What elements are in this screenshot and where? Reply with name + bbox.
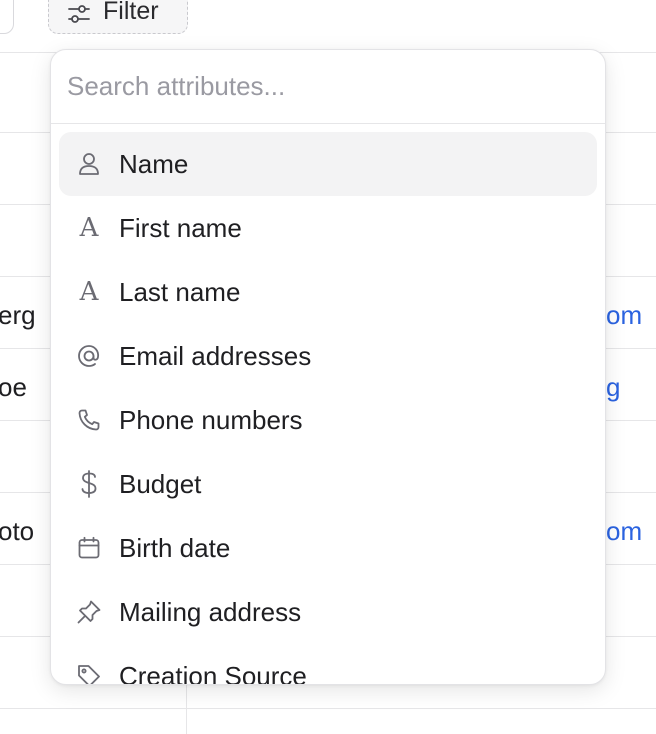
attribute-item-name[interactable]: Name (59, 132, 597, 196)
attribute-list: Name A First name A Last name Email addr… (51, 124, 605, 685)
attribute-item-label: Email addresses (119, 340, 312, 371)
table-column-divider (186, 684, 187, 734)
attribute-item-phone-numbers[interactable]: Phone numbers (59, 388, 597, 452)
person-icon (75, 150, 103, 178)
filter-button-label: Filter (103, 0, 159, 25)
attribute-search-input[interactable] (67, 71, 589, 102)
table-cell-text: oe (0, 372, 27, 402)
attribute-item-label: Last name (119, 276, 241, 307)
attribute-item-first-name[interactable]: A First name (59, 196, 597, 260)
attribute-item-label: Birth date (119, 532, 231, 563)
at-icon (75, 342, 103, 370)
attribute-item-email-addresses[interactable]: Email addresses (59, 324, 597, 388)
table-divider (0, 708, 656, 709)
attribute-item-mailing-address[interactable]: Mailing address (59, 580, 597, 644)
sliders-icon (67, 3, 91, 25)
page: erg oe oto om g om Filter Search attribu… (0, 0, 656, 734)
attribute-item-label: Name (119, 148, 189, 179)
table-cell-email-link[interactable]: g (606, 372, 620, 403)
dollar-icon (75, 470, 103, 498)
attribute-item-label: Creation Source (119, 660, 307, 685)
calendar-icon (75, 534, 103, 562)
attribute-item-creation-source[interactable]: Creation Source (59, 644, 597, 685)
attribute-item-birth-date[interactable]: Birth date (59, 516, 597, 580)
filter-button[interactable]: Filter (48, 0, 188, 34)
table-cell-email-link[interactable]: om (606, 300, 642, 331)
attribute-search-row (51, 50, 605, 124)
pin-icon (75, 598, 103, 626)
table-cell-text: oto (0, 516, 35, 546)
attribute-item-label: Mailing address (119, 596, 302, 627)
table-cell-email-link[interactable]: om (606, 516, 642, 547)
phone-icon (75, 406, 103, 434)
filter-attribute-dropdown: Name A First name A Last name Email addr… (50, 49, 606, 685)
tag-icon (75, 662, 103, 684)
attribute-item-last-name[interactable]: A Last name (59, 260, 597, 324)
table-cell-text: erg (0, 300, 36, 330)
attribute-item-label: Phone numbers (119, 404, 303, 435)
attribute-item-label: First name (119, 212, 242, 243)
toolbar-button-partial[interactable] (0, 0, 14, 34)
attribute-item-label: Budget (119, 468, 202, 499)
text-a-icon: A (79, 213, 99, 243)
attribute-item-budget[interactable]: Budget (59, 452, 597, 516)
text-a-icon: A (79, 277, 99, 307)
